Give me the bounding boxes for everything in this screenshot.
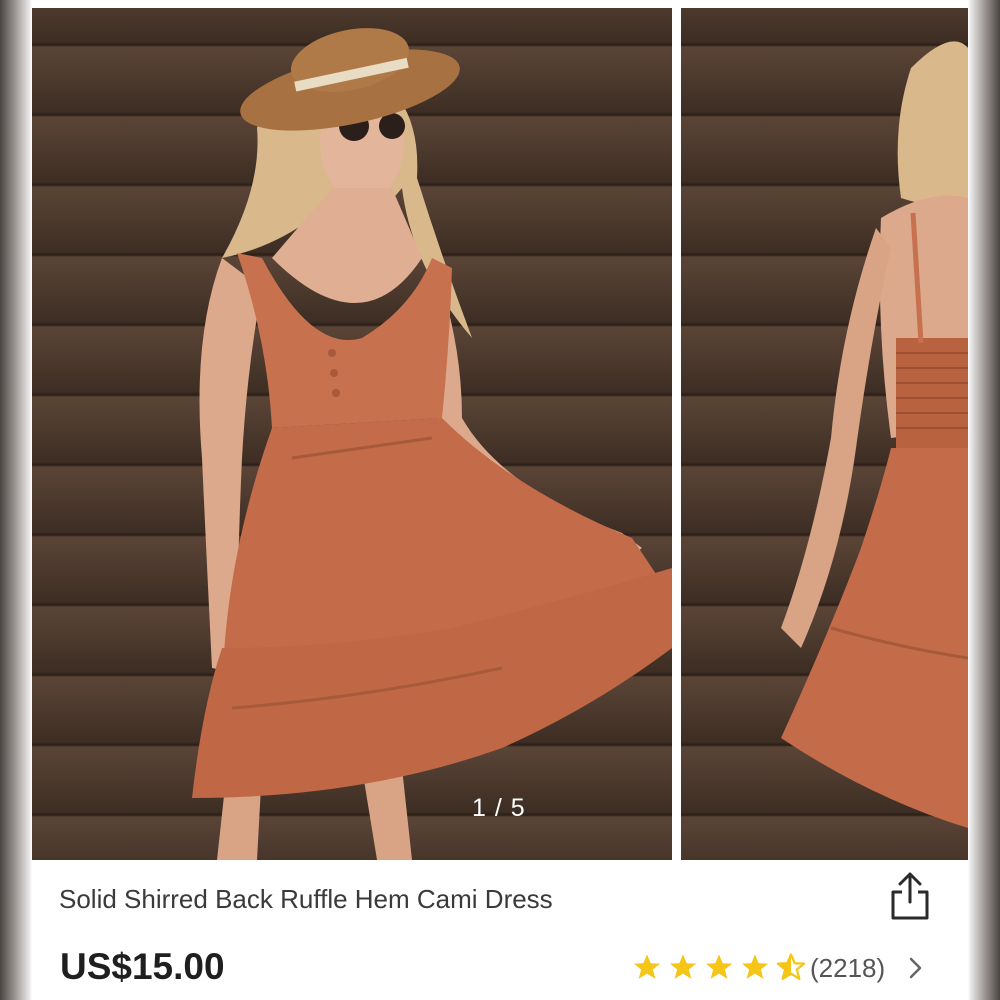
image-counter: 1 / 5 bbox=[472, 794, 526, 822]
product-image-side[interactable] bbox=[681, 8, 968, 860]
rating-stars bbox=[632, 952, 806, 982]
reviews-chevron-button[interactable] bbox=[908, 954, 924, 982]
share-icon bbox=[891, 872, 929, 920]
star-icon bbox=[633, 954, 661, 979]
star-icon bbox=[669, 954, 697, 979]
product-image-main[interactable]: 1 / 5 bbox=[32, 8, 672, 860]
product-price: US$15.00 bbox=[60, 946, 225, 987]
model-front-figure bbox=[192, 28, 672, 860]
chevron-right-icon bbox=[909, 957, 922, 979]
star-icon bbox=[705, 954, 733, 979]
product-title: Solid Shirred Back Ruffle Hem Cami Dress bbox=[59, 884, 553, 914]
star-icon bbox=[741, 954, 769, 979]
half-star-icon bbox=[776, 953, 806, 980]
gallery-divider bbox=[672, 8, 681, 860]
share-button[interactable] bbox=[889, 870, 931, 922]
reviews-count-link[interactable]: (2218) bbox=[810, 953, 885, 984]
model-back-figure bbox=[781, 41, 968, 828]
product-card: 1 / 5 Solid Shirred Back Ruffle Hem Cami… bbox=[32, 4, 968, 1000]
